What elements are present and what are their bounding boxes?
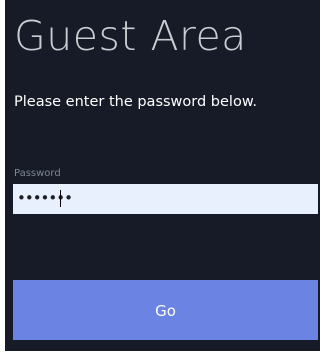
password-label: Password [14,168,61,179]
text-caret [60,190,61,207]
password-input[interactable]: ••••••• [13,184,318,214]
go-button[interactable]: Go [13,280,318,340]
page-title: Guest Area [14,12,247,60]
password-masked-value: ••••••• [17,189,73,207]
instruction-text: Please enter the password below. [14,94,257,110]
guest-area-panel: Guest Area Please enter the password bel… [5,0,320,351]
